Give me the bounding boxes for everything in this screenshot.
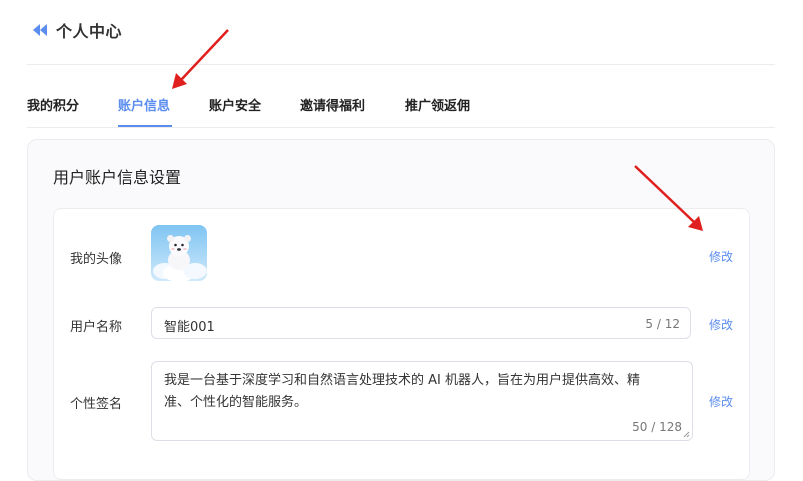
avatar (151, 225, 207, 281)
tab-invite-rewards[interactable]: 邀请得福利 (300, 95, 365, 114)
tab-my-points[interactable]: 我的积分 (27, 95, 79, 114)
header-divider (27, 64, 775, 65)
modify-avatar-link[interactable]: 修改 (709, 248, 733, 265)
tab-bar: 我的积分 账户信息 账户安全 邀请得福利 推广领返佣 (27, 92, 775, 128)
page-title: 个人中心 (56, 22, 123, 41)
avatar-label: 我的头像 (70, 252, 123, 267)
username-label: 用户名称 (70, 320, 123, 335)
settings-card: 用户账户信息设置 我的头像 修改 用户名称 智能001 5 / 12 修改 个性… (27, 139, 775, 481)
signature-char-counter: 50 / 128 (632, 420, 682, 434)
page-header: 个人中心 (32, 18, 122, 42)
modify-signature-link[interactable]: 修改 (709, 393, 733, 410)
tab-account-security[interactable]: 账户安全 (209, 95, 261, 114)
card-title: 用户账户信息设置 (53, 168, 182, 187)
signature-textarea[interactable]: 我是一台基于深度学习和自然语言处理技术的 AI 机器人，旨在为用户提供高效、精准… (151, 361, 693, 441)
tab-account-info[interactable]: 账户信息 (118, 95, 170, 114)
username-input[interactable]: 智能001 5 / 12 (151, 307, 691, 339)
modify-username-link[interactable]: 修改 (709, 316, 733, 333)
arrow-icon (172, 29, 229, 89)
signature-label: 个性签名 (70, 397, 123, 412)
username-value: 智能001 (164, 320, 215, 335)
active-tab-indicator (118, 125, 172, 127)
settings-form: 我的头像 修改 用户名称 智能001 5 / 12 修改 个性签名 我是一台基于… (53, 208, 750, 480)
back-icon[interactable] (32, 23, 48, 37)
resize-grip-icon[interactable] (683, 431, 690, 438)
tab-promotion-commission[interactable]: 推广领返佣 (405, 95, 470, 114)
username-char-counter: 5 / 12 (645, 317, 680, 331)
signature-value: 我是一台基于深度学习和自然语言处理技术的 AI 机器人，旨在为用户提供高效、精准… (164, 373, 640, 410)
